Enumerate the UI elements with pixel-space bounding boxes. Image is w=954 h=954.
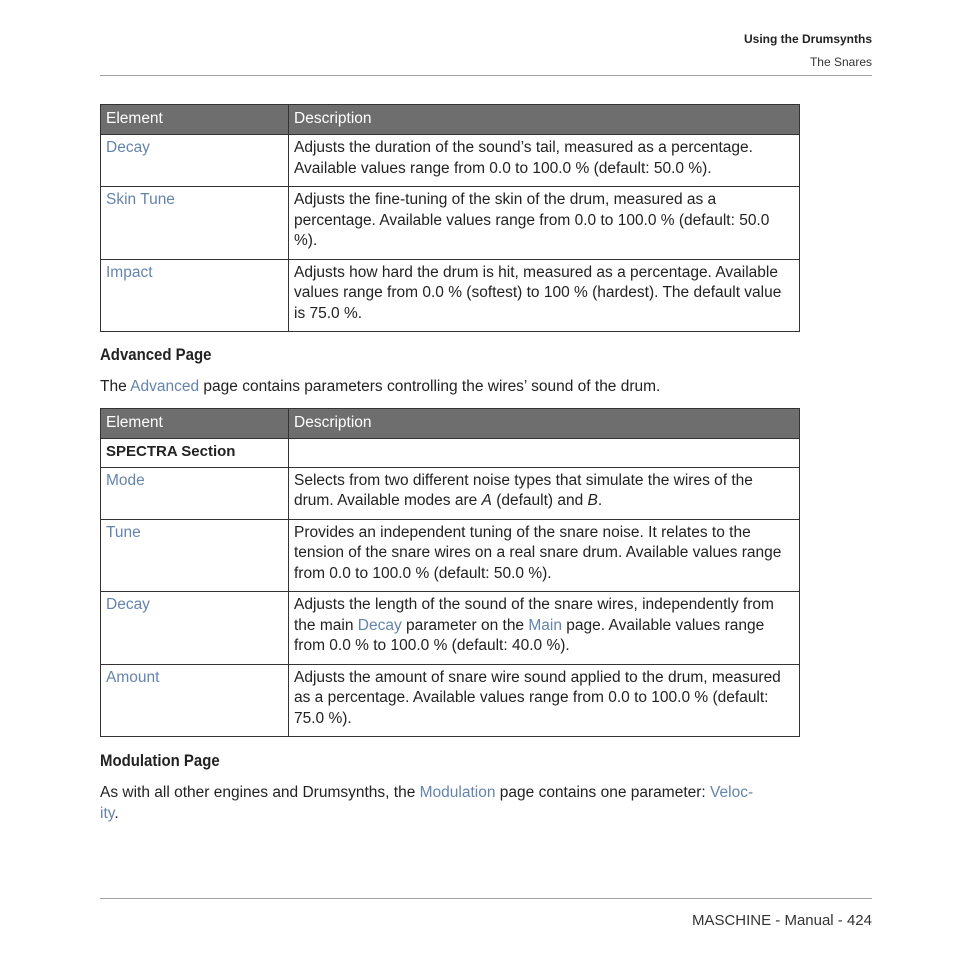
parameter-link-impact[interactable]: Impact (106, 264, 153, 281)
table-header-row: Element Description (100, 104, 800, 135)
parameter-description: Adjusts how hard the drum is hit, measur… (288, 258, 800, 332)
intro-text: The (100, 378, 131, 395)
parameter-description: Adjusts the fine-tuning of the skin of t… (288, 186, 800, 260)
parameter-link-skin-tune[interactable]: Skin Tune (106, 191, 175, 208)
column-header-element: Element (100, 104, 289, 135)
column-header-description: Description (288, 104, 800, 135)
advanced-intro: The Advanced page contains parameters co… (100, 376, 800, 397)
parameter-description: Adjusts the length of the sound of the s… (288, 591, 800, 665)
table-row: Tune Provides an independent tuning of t… (100, 518, 800, 592)
body-text: As with all other engines and Drumsynths… (100, 784, 420, 801)
chapter-title: Using the Drumsynths (743, 32, 872, 46)
section-title: The Snares (809, 55, 872, 69)
table-row: Impact Adjusts how hard the drum is hit,… (100, 258, 800, 332)
description-text: parameter on the (401, 616, 529, 634)
decay-link[interactable]: Decay (358, 617, 402, 634)
parameter-description: Adjusts the duration of the sound’s tail… (288, 134, 800, 187)
section-row: SPECTRA Section (100, 438, 800, 468)
modulation-link[interactable]: Modulation (420, 784, 496, 801)
table-row: Decay Adjusts the duration of the sound’… (100, 134, 800, 187)
advanced-page-heading: Advanced Page (100, 345, 212, 364)
table-row: Amount Adjusts the amount of snare wire … (100, 663, 800, 737)
parameter-description: Adjusts the amount of snare wire sound a… (288, 663, 800, 737)
column-header-element: Element (100, 408, 289, 439)
spectra-section-label: SPECTRA Section (106, 443, 236, 460)
modulation-page-heading: Modulation Page (100, 751, 220, 770)
parameter-link-mode[interactable]: Mode (106, 472, 145, 489)
parameter-description: Selects from two different noise types t… (288, 466, 800, 520)
modulation-text: As with all other engines and Drumsynths… (100, 782, 800, 824)
footer-divider (100, 898, 872, 899)
table-header-row: Element Description (100, 408, 800, 439)
parameter-link-tune[interactable]: Tune (106, 524, 141, 541)
description-text: (default) and (491, 492, 588, 509)
empty-cell (288, 438, 800, 468)
table-row: Decay Adjusts the length of the sound of… (100, 591, 800, 665)
advanced-parameters-table: Element Description SPECTRA Section Mode… (100, 408, 800, 737)
advanced-link[interactable]: Advanced (130, 378, 199, 395)
header-divider (100, 75, 872, 76)
description-text: . (597, 492, 603, 509)
table-row: Skin Tune Adjusts the fine-tuning of the… (100, 186, 800, 260)
parameter-link-decay[interactable]: Decay (106, 596, 150, 613)
parameter-description: Provides an independent tuning of the sn… (288, 518, 800, 592)
parameter-link-amount[interactable]: Amount (106, 669, 159, 686)
parameter-link-decay[interactable]: Decay (106, 139, 150, 156)
intro-text: page contains parameters controlling the… (199, 378, 661, 395)
body-text: page contains one parameter: (495, 784, 711, 801)
mode-a: A (481, 492, 492, 509)
page-footer: MASCHINE - Manual - 424 (691, 912, 872, 929)
body-text: . (114, 805, 119, 822)
mode-b: B (587, 492, 598, 509)
main-parameters-table: Element Description Decay Adjusts the du… (100, 104, 800, 332)
column-header-description: Description (288, 408, 800, 439)
table-row: Mode Selects from two different noise ty… (100, 466, 800, 520)
main-link[interactable]: Main (528, 617, 562, 634)
